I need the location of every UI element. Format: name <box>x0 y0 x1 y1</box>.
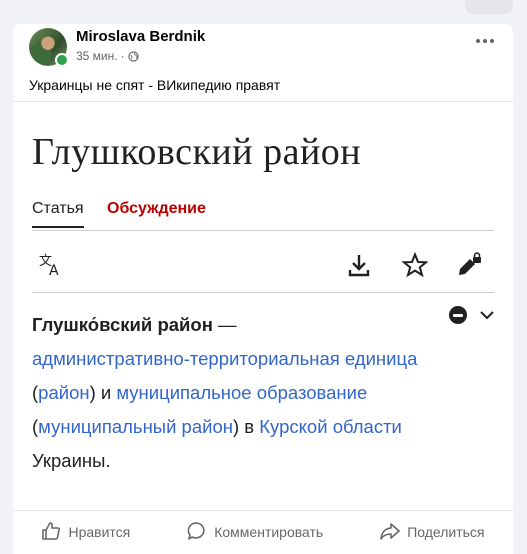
more-options-button[interactable] <box>473 34 497 48</box>
article-lead: Глушко́вский район — административно-тер… <box>32 308 482 478</box>
edit-lock-icon[interactable] <box>456 252 482 278</box>
download-icon[interactable] <box>346 252 372 278</box>
lead-dash: — <box>212 314 237 335</box>
wikipedia-screenshot[interactable]: Глушковский район Статья Обсуждение 文A Г… <box>13 101 513 511</box>
link-raion[interactable]: район <box>38 382 89 403</box>
online-status-dot <box>55 53 69 67</box>
lead-paren-close-and: ) и <box>89 382 117 403</box>
like-label: Нравится <box>68 524 131 540</box>
top-toolbar-button[interactable] <box>465 0 513 14</box>
comment-icon <box>187 521 207 544</box>
tab-talk[interactable]: Обсуждение <box>107 200 206 218</box>
post-text: Украинцы не спят - ВИкипедию правят <box>29 77 281 93</box>
tab-article[interactable]: Статья <box>32 200 84 228</box>
comment-label: Комментировать <box>214 524 324 540</box>
share-label: Поделиться <box>407 524 485 540</box>
translate-icon[interactable]: 文A <box>38 252 64 279</box>
link-municipal-formation[interactable]: муниципальное образование <box>116 382 367 403</box>
link-municipal-district[interactable]: муниципальный район <box>38 416 233 437</box>
globe-icon <box>127 50 139 62</box>
comment-button[interactable]: Комментировать <box>187 521 323 544</box>
meta-separator: · <box>120 49 125 63</box>
share-icon <box>380 521 400 544</box>
star-icon[interactable] <box>401 251 429 278</box>
post-time[interactable]: 35 мин. <box>76 49 118 63</box>
thumbs-up-icon <box>41 521 61 544</box>
avatar[interactable] <box>29 28 69 67</box>
post-meta: 35 мин. · <box>76 49 139 63</box>
post-author[interactable]: Miroslava Berdnik <box>76 28 205 45</box>
wiki-tabs: Статья Обсуждение <box>32 200 494 231</box>
svg-text:A: A <box>49 263 59 278</box>
lead-paren-close-in: ) в <box>232 416 260 437</box>
lead-tail: Украины. <box>32 450 111 471</box>
like-button[interactable]: Нравится <box>41 521 130 544</box>
share-button[interactable]: Поделиться <box>380 521 485 544</box>
post-actions: Нравится Комментировать Поделиться <box>13 510 513 554</box>
lead-bold-term: Глушко́вский район <box>32 314 213 335</box>
link-kursk-oblast[interactable]: Курской области <box>259 416 402 437</box>
post-card: Miroslava Berdnik 35 мин. · Украинцы не … <box>13 24 513 554</box>
wiki-page-title: Глушковский район <box>32 131 362 173</box>
link-admin-unit[interactable]: административно-территориальная единица <box>32 348 417 369</box>
wiki-toolbar: 文A <box>32 240 494 293</box>
